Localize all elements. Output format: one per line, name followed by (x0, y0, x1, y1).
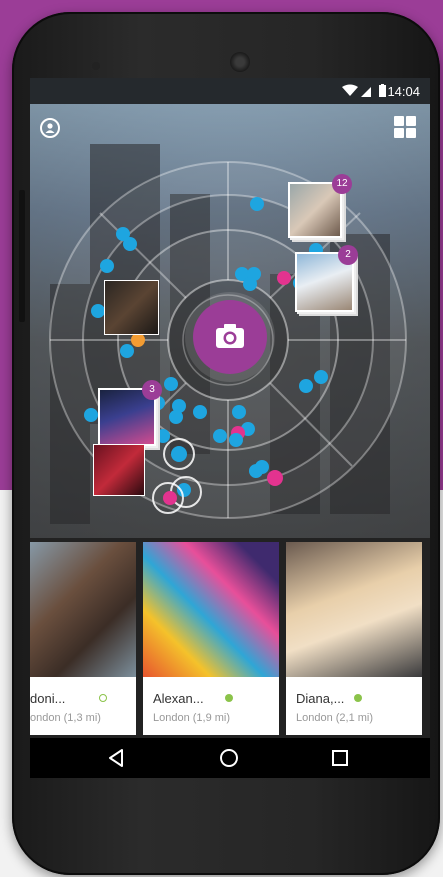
user-photo (286, 542, 422, 677)
user-card[interactable]: doni... ondon (1,3 mi) (30, 542, 136, 735)
user-photo-couple[interactable] (104, 280, 159, 335)
android-nav-bar (30, 738, 430, 778)
user-cards-strip: doni... ondon (1,3 mi) Alexan... London … (30, 538, 430, 738)
phone-screen: 14:04 12 2 3 doni... ondon (1,3 mi) Alex… (30, 78, 430, 778)
user-photo (143, 542, 279, 677)
earpiece-speaker (230, 52, 250, 72)
camera-button[interactable] (193, 300, 267, 374)
status-dot (354, 694, 362, 702)
user-card[interactable]: Alexan... London (1,9 mi) (143, 542, 279, 735)
side-button (19, 190, 25, 322)
user-name: doni... (30, 691, 66, 706)
user-photo (30, 542, 136, 677)
cluster-count-badge: 12 (332, 174, 352, 194)
status-dot (225, 694, 233, 702)
user-name: Alexan... (153, 691, 204, 706)
recents-icon[interactable] (328, 746, 352, 770)
cluster-count-badge: 3 (142, 380, 162, 400)
user-name: Diana,... (296, 691, 345, 706)
back-icon[interactable] (104, 746, 128, 770)
home-icon[interactable] (217, 746, 241, 770)
cluster-count-badge: 2 (338, 245, 358, 265)
user-location: ondon (1,3 mi) (30, 712, 101, 724)
user-photo-red[interactable] (93, 444, 145, 496)
camera-icon (216, 324, 244, 348)
user-location: London (2,1 mi) (296, 712, 374, 724)
user-location: London (1,9 mi) (153, 712, 231, 724)
user-card[interactable]: Diana,... London (2,1 mi) (286, 542, 422, 735)
front-camera (92, 62, 100, 70)
status-dot (99, 694, 107, 702)
